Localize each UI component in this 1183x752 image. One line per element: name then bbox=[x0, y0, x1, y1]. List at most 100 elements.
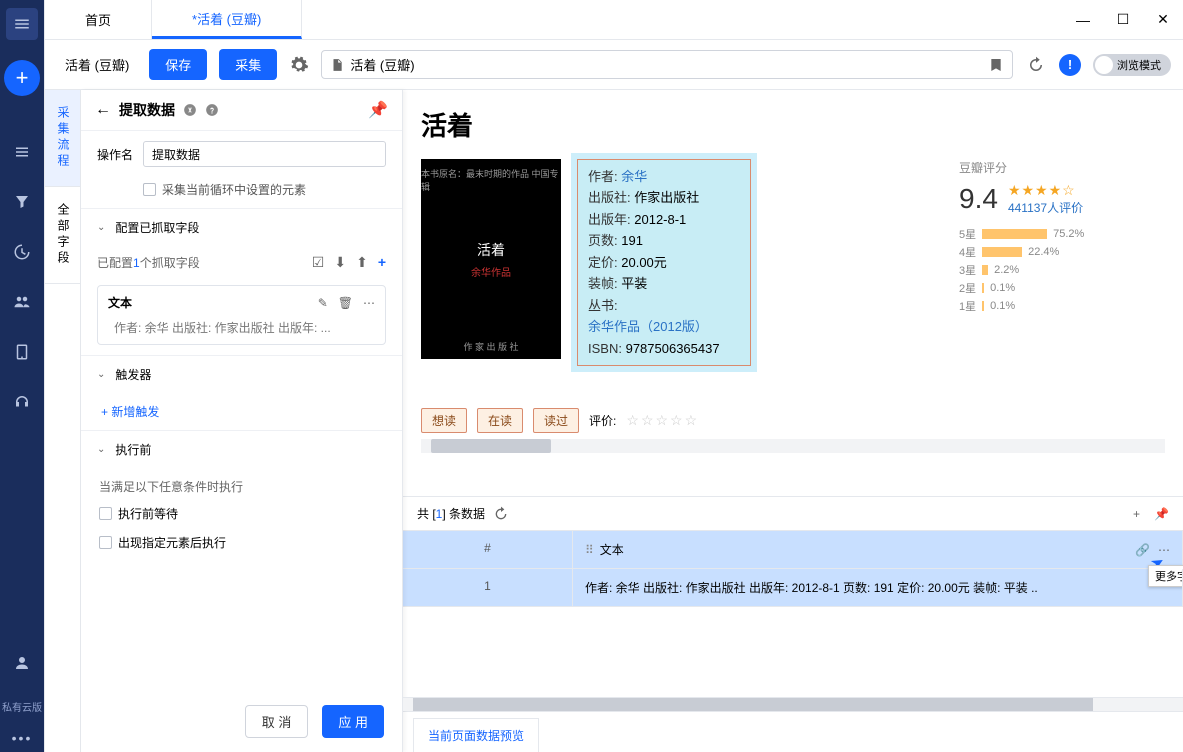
window-minimize-button[interactable]: — bbox=[1063, 0, 1103, 40]
fields-add-button[interactable]: + bbox=[378, 254, 386, 271]
fields-edit-icon[interactable]: ☑ bbox=[312, 254, 325, 271]
table-row[interactable]: 1 作者: 余华 出版社: 作家出版社 出版年: 2012-8-1 页数: 19… bbox=[403, 569, 1183, 607]
main-area: 首页 *活着 (豆瓣) — ☐ ✕ 活着 (豆瓣) 保存 采集 活着 (豆瓣) … bbox=[44, 0, 1183, 752]
data-refresh-icon[interactable] bbox=[493, 506, 509, 522]
rating-bar-row: 4星22.4% bbox=[959, 244, 1165, 260]
elem-check-row[interactable]: 出现指定元素后执行 bbox=[81, 528, 402, 557]
apply-button[interactable]: 应 用 bbox=[322, 705, 384, 738]
tabs-bar: 首页 *活着 (豆瓣) — ☐ ✕ bbox=[45, 0, 1183, 40]
data-table: # ⠿ 文本 🔗 ⋯ ➤ 更多字段 1 bbox=[403, 531, 1183, 607]
field-item[interactable]: 文本 ✎ 🗑 ⋯ 作者: 余华 出版社: 作家出版社 出版年: ... bbox=[97, 285, 386, 345]
book-title: 活着 bbox=[421, 106, 1165, 143]
alert-icon[interactable]: ! bbox=[1059, 54, 1081, 76]
nav-support-icon[interactable] bbox=[6, 386, 38, 418]
data-preview-header: 共 [1] 条数据 + 📌 bbox=[403, 497, 1183, 531]
collect-button[interactable]: 采集 bbox=[219, 49, 277, 80]
rating-stars: ★★★★☆ bbox=[1008, 182, 1083, 199]
table-header-row: # ⠿ 文本 🔗 ⋯ ➤ 更多字段 bbox=[403, 531, 1183, 569]
panel-header: ← 提取数据 📌 bbox=[81, 90, 402, 131]
rating-bar-row: 3星2.2% bbox=[959, 262, 1165, 278]
section-trigger-header[interactable]: ⌄ 触发器 bbox=[81, 356, 402, 393]
more-menu-button[interactable]: ••• bbox=[12, 730, 33, 746]
left-navbar: + 私有云版 ••• bbox=[0, 0, 44, 752]
task-name: 活着 (豆瓣) bbox=[57, 55, 137, 74]
nav-team-icon[interactable] bbox=[6, 286, 38, 318]
api-icon[interactable] bbox=[183, 103, 197, 117]
section-before: ⌄ 执行前 当满足以下任意条件时执行 执行前等待 出现指定元素后执行 bbox=[81, 430, 402, 557]
user-plan-label: 私有云版 bbox=[2, 699, 42, 714]
loop-check-row[interactable]: 采集当前循环中设置的元素 bbox=[81, 177, 402, 208]
bookmark-icon[interactable] bbox=[988, 57, 1004, 73]
wait-check-row[interactable]: 执行前等待 bbox=[81, 499, 402, 528]
window-close-button[interactable]: ✕ bbox=[1143, 0, 1183, 40]
url-display: 活着 (豆瓣) bbox=[350, 55, 414, 74]
rating-bar-row: 1星0.1% bbox=[959, 298, 1165, 314]
rate-stars-input[interactable]: ☆☆☆☆☆ bbox=[626, 412, 699, 429]
section-fields-header[interactable]: ⌄ 配置已抓取字段 bbox=[81, 209, 402, 246]
side-tab-flow[interactable]: 采集流程 bbox=[45, 90, 80, 187]
col-attach-icon[interactable]: 🔗 bbox=[1135, 543, 1150, 557]
content: 采集流程 全部字段 ← 提取数据 📌 操作名 采集当前循环中设置的元素 bbox=[45, 90, 1183, 752]
user-icon[interactable] bbox=[6, 647, 38, 679]
read-status-row: 想读 在读 读过 评价: ☆☆☆☆☆ bbox=[421, 408, 1165, 433]
browse-mode-toggle[interactable]: 浏览模式 bbox=[1093, 54, 1171, 76]
nav-filter-icon[interactable] bbox=[6, 186, 38, 218]
tab-task[interactable]: *活着 (豆瓣) bbox=[152, 0, 302, 39]
back-button[interactable]: ← bbox=[95, 101, 111, 119]
pin-button[interactable]: 📌 bbox=[368, 100, 388, 120]
section-fields: ⌄ 配置已抓取字段 已配置1个抓取字段 ☑ ⬇ ⬆ + 文本 bbox=[81, 208, 402, 355]
op-name-input[interactable] bbox=[143, 141, 386, 167]
reading-button[interactable]: 在读 bbox=[477, 408, 523, 433]
fields-download-icon[interactable]: ⬇ bbox=[334, 254, 346, 271]
nav-schedule-icon[interactable] bbox=[6, 236, 38, 268]
condition-text: 当满足以下任意条件时执行 bbox=[81, 468, 402, 499]
op-name-label: 操作名 bbox=[97, 146, 133, 163]
field-more-icon[interactable]: ⋯ bbox=[363, 296, 375, 310]
elem-checkbox[interactable] bbox=[99, 536, 112, 549]
nav-list-icon[interactable] bbox=[6, 136, 38, 168]
rating-box: 豆瓣评分 9.4 ★★★★☆ 441137人评价 5星75.2%4星22.4%3… bbox=[945, 159, 1165, 366]
field-edit-icon[interactable]: ✎ bbox=[318, 296, 328, 310]
section-fields-title: 配置已抓取字段 bbox=[115, 219, 199, 236]
fields-upload-icon[interactable]: ⬆ bbox=[356, 254, 368, 271]
chevron-down-icon: ⌄ bbox=[97, 222, 105, 233]
side-tabs: 采集流程 全部字段 bbox=[45, 90, 81, 752]
config-panel: ← 提取数据 📌 操作名 采集当前循环中设置的元素 ⌄ 配置已抓取字段 bbox=[81, 90, 403, 752]
window-controls: — ☐ ✕ bbox=[1063, 0, 1183, 40]
fields-summary: 已配置1个抓取字段 ☑ ⬇ ⬆ + bbox=[81, 246, 402, 279]
row-value: 作者: 余华 出版社: 作家出版社 出版年: 2012-8-1 页数: 191 … bbox=[573, 569, 1183, 606]
save-button[interactable]: 保存 bbox=[149, 49, 207, 80]
rating-bar-row: 2星0.1% bbox=[959, 280, 1165, 296]
book-meta-selected[interactable]: 作者: 余华 出版社: 作家出版社 出版年: 2012-8-1 页数: 191 … bbox=[577, 159, 751, 366]
book-cover: 本书原名：最末时期的作品 中国专辑 活着 余华作品 作 家 出 版 社 bbox=[421, 159, 561, 359]
read-button[interactable]: 读过 bbox=[533, 408, 579, 433]
new-task-button[interactable]: + bbox=[4, 60, 40, 96]
data-preview-section: 共 [1] 条数据 + 📌 # ⠿ 文本 🔗 bbox=[403, 496, 1183, 752]
drag-handle-icon[interactable]: ⠿ bbox=[585, 543, 594, 557]
refresh-button[interactable] bbox=[1025, 54, 1047, 76]
loop-checkbox[interactable] bbox=[143, 183, 156, 196]
col-text-header[interactable]: ⠿ 文本 🔗 ⋯ ➤ 更多字段 bbox=[573, 531, 1183, 568]
data-preview-tab[interactable]: 当前页面数据预览 bbox=[413, 718, 539, 752]
tab-home[interactable]: 首页 bbox=[45, 0, 152, 39]
data-pin-button[interactable]: 📌 bbox=[1154, 507, 1169, 521]
cancel-button[interactable]: 取 消 bbox=[245, 705, 309, 738]
rating-count[interactable]: 441137人评价 bbox=[1008, 199, 1083, 216]
section-before-header[interactable]: ⌄ 执行前 bbox=[81, 431, 402, 468]
settings-icon[interactable] bbox=[289, 55, 309, 75]
url-bar[interactable]: 活着 (豆瓣) bbox=[321, 50, 1013, 79]
side-tab-fields[interactable]: 全部字段 bbox=[45, 187, 80, 284]
window-maximize-button[interactable]: ☐ bbox=[1103, 0, 1143, 40]
want-read-button[interactable]: 想读 bbox=[421, 408, 467, 433]
add-trigger-link[interactable]: + 新增触发 bbox=[81, 393, 402, 430]
toolbar: 活着 (豆瓣) 保存 采集 活着 (豆瓣) ! 浏览模式 bbox=[45, 40, 1183, 90]
help-icon[interactable] bbox=[205, 103, 219, 117]
field-delete-icon[interactable]: 🗑 bbox=[338, 296, 353, 310]
menu-toggle-button[interactable] bbox=[6, 8, 38, 40]
data-add-button[interactable]: + bbox=[1133, 507, 1140, 521]
wait-checkbox[interactable] bbox=[99, 507, 112, 520]
panel-actions: 取 消 应 用 bbox=[245, 705, 384, 738]
data-horizontal-scrollbar[interactable] bbox=[403, 697, 1183, 711]
nav-device-icon[interactable] bbox=[6, 336, 38, 368]
preview-horizontal-scrollbar[interactable] bbox=[421, 439, 1165, 453]
